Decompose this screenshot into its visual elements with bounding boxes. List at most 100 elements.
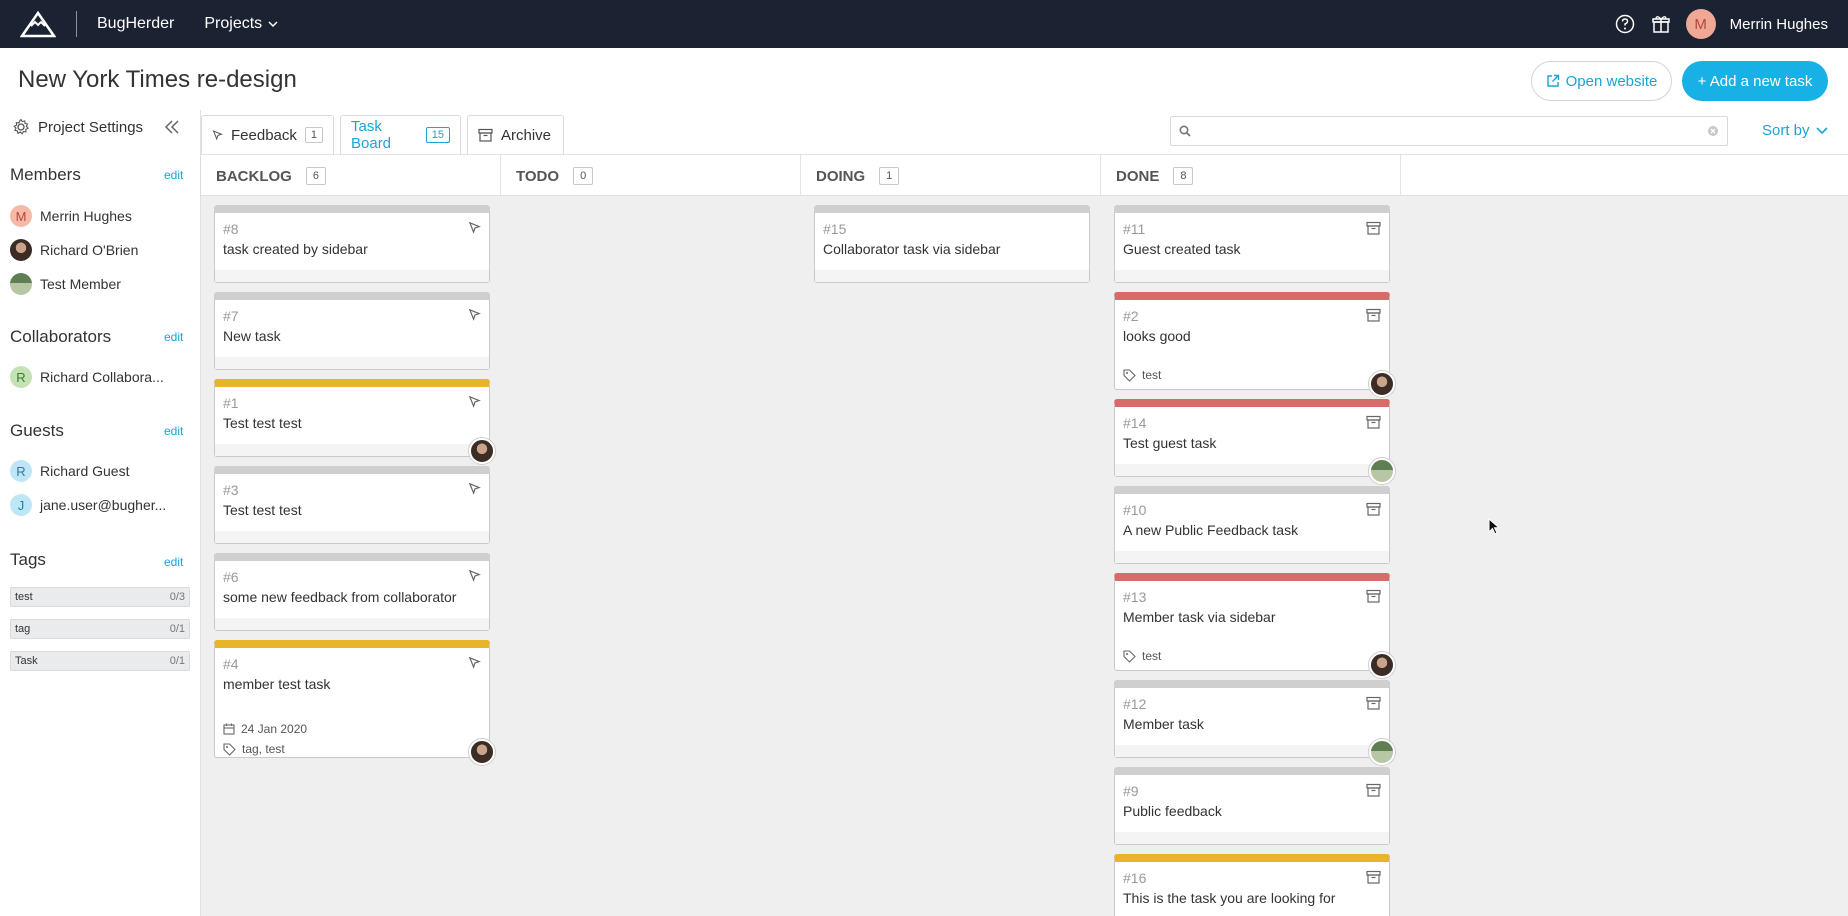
tab-feedback[interactable]: Feedback 1 [201, 115, 334, 154]
sort-by-dropdown[interactable]: Sort by [1762, 122, 1828, 139]
member-avatar [10, 273, 32, 295]
assignee-avatar[interactable] [1369, 739, 1395, 765]
board-columns: #8 task created by sidebar #7 New task #… [201, 196, 1848, 916]
archive-icon[interactable] [1366, 696, 1381, 710]
add-task-button[interactable]: + Add a new task [1682, 61, 1828, 101]
task-title: member test task [223, 676, 331, 692]
archive-icon[interactable] [1366, 589, 1381, 603]
archive-icon[interactable] [1366, 415, 1381, 429]
task-card[interactable]: #8 task created by sidebar [214, 205, 490, 283]
card-footer [1115, 270, 1389, 282]
cursor-pointer-icon [468, 656, 481, 669]
tag-icon [1123, 368, 1136, 382]
card-tags-text: tag, test [242, 742, 285, 756]
help-icon[interactable] [1614, 13, 1636, 35]
guest-item[interactable]: R Richard Guest [10, 460, 129, 482]
search-input[interactable] [1199, 123, 1699, 139]
task-title: Test test test [223, 415, 302, 431]
archive-icon[interactable] [1366, 502, 1381, 516]
tag-item[interactable]: Task 0/1 [10, 651, 190, 671]
task-card[interactable]: #7 New task [214, 292, 490, 370]
cursor-pointer-icon [468, 221, 481, 234]
assignee-avatar[interactable] [1369, 652, 1395, 678]
due-date-text: 24 Jan 2020 [241, 722, 308, 736]
clear-search-icon[interactable] [1707, 125, 1719, 137]
open-website-button[interactable]: Open website [1531, 61, 1672, 101]
members-edit-link[interactable]: edit [164, 168, 183, 182]
bugherder-logo-icon[interactable] [20, 10, 56, 38]
column-title: DONE [1116, 167, 1160, 185]
member-avatar [10, 239, 32, 261]
archive-icon[interactable] [1366, 221, 1381, 235]
assignee-avatar[interactable] [469, 739, 495, 765]
task-card[interactable]: #1 Test test test [214, 379, 495, 464]
members-heading: Members [10, 165, 81, 184]
task-card[interactable]: #9 Public feedback [1114, 767, 1390, 845]
task-number: #2 [1123, 308, 1139, 324]
guest-name: jane.user@bugher... [40, 497, 167, 513]
collapse-sidebar-icon[interactable] [164, 120, 180, 134]
tab-archive[interactable]: Archive [467, 115, 564, 154]
projects-menu[interactable]: Projects [204, 15, 278, 33]
guest-item[interactable]: J jane.user@bugher... [10, 494, 166, 516]
gear-icon [13, 118, 29, 135]
projects-menu-label: Projects [204, 15, 263, 32]
task-card[interactable]: #3 Test test test [214, 466, 490, 544]
tab-label: Feedback [231, 126, 297, 144]
brand-name[interactable]: BugHerder [97, 15, 174, 33]
archive-icon[interactable] [1366, 308, 1381, 322]
search-icon [1179, 125, 1191, 137]
tag-item[interactable]: test 0/3 [10, 587, 190, 607]
member-item[interactable]: Test Member [10, 273, 121, 295]
top-right-controls: M Merrin Hughes [1614, 0, 1828, 48]
tab-task-board[interactable]: Task Board 15 [340, 115, 461, 154]
chevron-down-icon [1815, 126, 1828, 134]
collaborators-edit-link[interactable]: edit [164, 330, 183, 344]
task-card[interactable]: #14 Test guest task [1114, 399, 1395, 484]
collaborator-item[interactable]: R Richard Collabora... [10, 366, 164, 388]
member-item[interactable]: Richard O'Brien [10, 239, 138, 261]
task-card[interactable]: #11 Guest created task [1114, 205, 1390, 283]
task-number: #1 [223, 395, 239, 411]
task-title: task created by sidebar [223, 241, 368, 257]
task-card[interactable]: #2 looks good test [1114, 292, 1395, 397]
guests-edit-link[interactable]: edit [164, 424, 183, 438]
search-box[interactable] [1170, 116, 1728, 146]
task-number: #7 [223, 308, 239, 324]
member-item[interactable]: M Merrin Hughes [10, 205, 132, 227]
assignee-avatar[interactable] [1369, 458, 1395, 484]
task-card[interactable]: #10 A new Public Feedback task [1114, 486, 1390, 564]
archive-icon[interactable] [1366, 783, 1381, 797]
task-card[interactable]: #15 Collaborator task via sidebar [814, 205, 1090, 283]
task-title: Collaborator task via sidebar [823, 241, 1001, 257]
user-avatar[interactable]: M [1685, 9, 1716, 39]
guest-avatar: R [10, 460, 32, 482]
tags-edit-link[interactable]: edit [164, 555, 183, 569]
gift-icon[interactable] [1650, 13, 1672, 35]
task-number: #3 [223, 482, 239, 498]
member-name: Test Member [40, 276, 121, 292]
task-card[interactable]: #13 Member task via sidebar test [1114, 573, 1395, 678]
external-link-icon [1546, 74, 1559, 87]
task-number: #4 [223, 656, 239, 672]
task-card[interactable]: #12 Member task [1114, 680, 1395, 765]
collaborator-avatar: R [10, 366, 32, 388]
assignee-avatar[interactable] [469, 438, 495, 464]
column-count-badge: 1 [879, 167, 900, 185]
task-title: Public feedback [1123, 803, 1222, 819]
task-card[interactable]: #4 member test task 24 Jan 2020 tag, tes… [214, 640, 495, 765]
tag-icon [223, 742, 236, 756]
project-settings-link[interactable]: Project Settings [12, 118, 143, 136]
tag-item[interactable]: tag 0/1 [10, 619, 190, 639]
task-card[interactable]: #6 some new feedback from collaborator [214, 553, 490, 631]
assignee-avatar[interactable] [1369, 371, 1395, 397]
card-footer [1115, 551, 1389, 563]
card-footer [815, 270, 1089, 282]
card-tags-text: test [1142, 368, 1162, 382]
column-title: DOING [816, 167, 866, 185]
task-card[interactable]: #16 This is the task you are looking for [1114, 854, 1390, 916]
task-title: This is the task you are looking for [1123, 890, 1336, 906]
archive-icon[interactable] [1366, 870, 1381, 884]
task-title: Member task [1123, 716, 1204, 732]
user-name[interactable]: Merrin Hughes [1730, 16, 1828, 33]
